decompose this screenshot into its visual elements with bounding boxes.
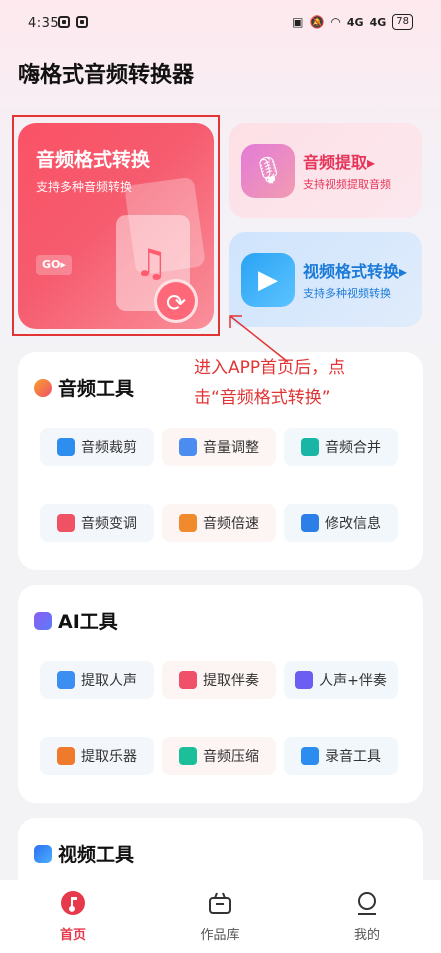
microphone-icon: 🎙	[241, 144, 295, 198]
tool-label: 音频压缩	[203, 749, 259, 765]
tool-button[interactable]: 提取乐器	[40, 737, 154, 775]
section-title: 音频工具	[58, 378, 135, 400]
voice-icon	[57, 671, 75, 689]
battery-icon: 78	[392, 14, 413, 30]
tool-label: 音频合并	[325, 440, 381, 456]
user-icon	[358, 892, 376, 915]
speed-icon	[179, 514, 197, 532]
cube-icon	[34, 611, 52, 630]
notification-icon	[76, 16, 88, 28]
nav-label: 作品库	[200, 928, 240, 943]
wifi-icon: ◠	[330, 15, 341, 29]
tool-button[interactable]: 音频变调	[40, 504, 154, 542]
merge-icon	[301, 438, 319, 456]
tool-button[interactable]: 音量调整	[162, 428, 276, 466]
card-title: 视频格式转换▸	[303, 262, 408, 281]
tool-button[interactable]: 提取伴奏	[162, 661, 276, 699]
section-header: AI工具	[34, 607, 118, 634]
microphone-icon	[301, 747, 319, 765]
bottom-nav: 首页 作品库 我的	[0, 880, 441, 953]
nav-works[interactable]: 作品库	[180, 890, 260, 943]
tool-label: 录音工具	[325, 749, 381, 765]
nav-home[interactable]: 首页	[33, 890, 113, 943]
status-right: ▣ 🔕 ◠ 4G 4G 78	[292, 14, 413, 30]
music-icon	[34, 378, 52, 397]
home-music-icon	[61, 891, 85, 915]
tool-button[interactable]: 音频裁剪	[40, 428, 154, 466]
accompaniment-icon	[179, 671, 197, 689]
tool-button[interactable]: 音频倍速	[162, 504, 276, 542]
notification-icon	[58, 16, 70, 28]
mute-icon: 🔕	[309, 15, 325, 29]
video-icon	[34, 844, 52, 863]
tool-button[interactable]: 人声+伴奏	[284, 661, 398, 699]
audio-extract-card[interactable]: 🎙 音频提取▸ 支持视频提取音频	[229, 123, 422, 218]
guitar-icon	[57, 747, 75, 765]
signal-icon: 4G	[346, 15, 364, 29]
compress-icon	[179, 747, 197, 765]
tool-button[interactable]: 修改信息	[284, 504, 398, 542]
card-subtitle: 支持视频提取音频	[303, 178, 391, 191]
annotation-line: 击“音频格式转换”	[194, 388, 331, 408]
annotation-line: 进入APP首页后，点	[194, 358, 346, 378]
notification-icons	[58, 16, 88, 28]
tool-label: 提取伴奏	[203, 673, 259, 689]
status-bar: 4:35 ▣ 🔕 ◠ 4G 4G 78	[0, 0, 441, 46]
tool-button[interactable]: 音频压缩	[162, 737, 276, 775]
tool-label: 修改信息	[325, 516, 381, 532]
nav-label: 首页	[59, 928, 86, 943]
section-header: 视频工具	[34, 840, 134, 867]
section-title: AI工具	[58, 611, 118, 633]
tool-label: 音量调整	[203, 440, 259, 456]
tool-label: 音频裁剪	[81, 440, 137, 456]
tool-label: 音频变调	[81, 516, 137, 532]
annotation-text: 进入APP首页后，点 击“音频格式转换”	[194, 353, 424, 413]
status-time: 4:35	[28, 16, 60, 31]
tool-label: 提取人声	[81, 673, 137, 689]
tool-button[interactable]: 提取人声	[40, 661, 154, 699]
tool-label: 提取乐器	[81, 749, 137, 765]
bag-icon	[209, 892, 231, 914]
tool-label: 人声+伴奏	[319, 673, 387, 689]
tool-label: 音频倍速	[203, 516, 259, 532]
nav-label: 我的	[353, 928, 380, 943]
tool-button[interactable]: 录音工具	[284, 737, 398, 775]
nav-mine[interactable]: 我的	[327, 890, 407, 943]
vocal-accompaniment-icon	[295, 671, 314, 689]
highlight-box	[12, 115, 220, 336]
card-title: 音频提取▸	[303, 153, 376, 172]
video-camera-icon: ▶	[241, 253, 295, 307]
ai-tools-section: AI工具 提取人声 提取伴奏 人声+伴奏提取乐器 音频压缩 录音工具	[18, 585, 423, 803]
section-title: 视频工具	[58, 844, 135, 866]
section-header: 音频工具	[34, 374, 134, 401]
card-subtitle: 支持多种视频转换	[303, 287, 391, 300]
info-edit-icon	[301, 514, 319, 532]
app-title: 嗨格式音频转换器	[18, 63, 195, 88]
nfc-icon: ▣	[292, 15, 304, 29]
tool-button[interactable]: 音频合并	[284, 428, 398, 466]
waveform-icon	[57, 514, 75, 532]
volume-icon	[179, 438, 197, 456]
scissors-icon	[57, 438, 75, 456]
signal-icon: 4G	[369, 15, 387, 29]
